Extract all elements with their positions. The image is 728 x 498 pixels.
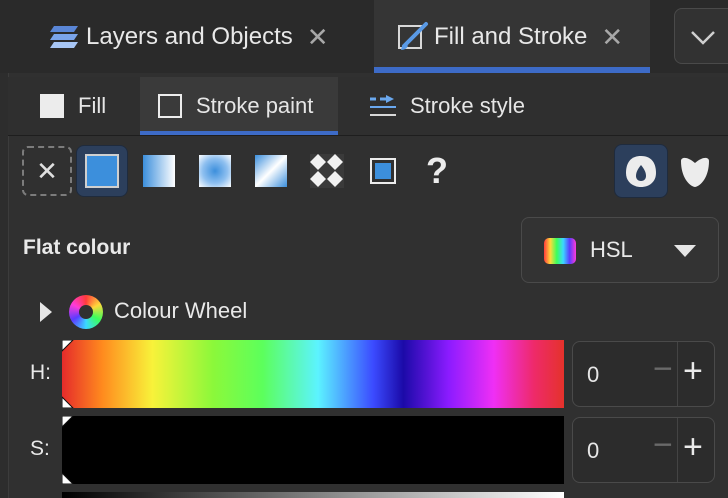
fill-rule-evenodd-button[interactable] <box>614 144 668 198</box>
stroke-style-icon <box>370 95 396 116</box>
section-title: Flat colour <box>23 236 131 259</box>
question-icon: ? <box>426 150 448 191</box>
rainbow-icon <box>544 238 576 264</box>
decrement-button[interactable]: − <box>653 352 673 386</box>
colour-mode-dropdown[interactable]: HSL <box>521 217 719 283</box>
colour-wheel-label[interactable]: Colour Wheel <box>114 298 247 324</box>
lightness-slider[interactable] <box>62 492 564 498</box>
colour-wheel-icon <box>69 295 103 329</box>
hue-spinbutton[interactable]: 0 − + <box>572 341 715 407</box>
colour-mode-label: HSL <box>590 237 633 262</box>
decrement-button[interactable]: − <box>653 428 673 462</box>
subtab-stroke-paint-label: Stroke paint <box>196 93 314 118</box>
saturation-slider[interactable] <box>62 416 564 484</box>
subtab-stroke-paint[interactable]: Stroke paint <box>140 77 338 135</box>
layers-icon <box>50 25 78 48</box>
slider-handle-icon[interactable] <box>62 340 74 408</box>
expander-triangle-icon[interactable] <box>38 300 54 324</box>
linear-gradient-icon <box>143 155 175 187</box>
hue-slider[interactable] <box>62 340 564 408</box>
slider-handle-icon[interactable] <box>62 416 74 484</box>
increment-button[interactable]: + <box>683 354 703 388</box>
pattern-icon <box>310 154 344 188</box>
tabs-menu-button[interactable] <box>674 8 728 64</box>
spin-divider <box>677 342 678 406</box>
saturation-value[interactable]: 0 <box>587 438 599 464</box>
pattern-button[interactable] <box>302 146 352 196</box>
tab-fill-and-stroke[interactable]: Fill and Stroke ✕ <box>374 0 650 73</box>
flat-colour-icon <box>85 154 119 188</box>
stroke-square-icon <box>158 94 182 118</box>
subtab-fill[interactable]: Fill <box>24 77 138 135</box>
no-paint-button[interactable]: ✕ <box>22 146 72 196</box>
increment-button[interactable]: + <box>683 430 703 464</box>
active-subtab-indicator <box>140 131 338 135</box>
mesh-gradient-icon <box>255 155 287 187</box>
fill-rule-nonzero-button[interactable] <box>670 146 720 196</box>
linear-gradient-button[interactable] <box>134 146 184 196</box>
saturation-label: S: <box>30 437 50 460</box>
radial-gradient-button[interactable] <box>190 146 240 196</box>
close-icon[interactable]: ✕ <box>307 24 329 50</box>
hue-value[interactable]: 0 <box>587 362 599 388</box>
tab-layers-label: Layers and Objects <box>86 22 293 50</box>
fill-rule-nonzero-icon <box>681 157 709 187</box>
chevron-down-icon <box>691 31 715 45</box>
radial-gradient-icon <box>199 155 231 187</box>
fill-rule-evenodd-icon <box>626 156 656 187</box>
hue-label: H: <box>30 361 51 384</box>
paint-brush-icon <box>398 21 428 50</box>
close-icon[interactable]: ✕ <box>601 24 623 50</box>
subtab-stroke-style-label: Stroke style <box>410 93 525 118</box>
subtab-stroke-style[interactable]: Stroke style <box>352 77 562 135</box>
unset-paint-button[interactable]: ? <box>412 146 462 196</box>
flat-colour-button[interactable] <box>76 145 128 197</box>
mesh-gradient-button[interactable] <box>246 146 296 196</box>
tab-fill-stroke-label: Fill and Stroke <box>434 22 588 50</box>
spin-divider <box>677 418 678 482</box>
caret-down-icon <box>674 245 696 257</box>
fill-square-icon <box>40 94 64 118</box>
saturation-spinbutton[interactable]: 0 − + <box>572 417 715 483</box>
swatch-icon <box>370 158 396 184</box>
close-icon: ✕ <box>36 155 58 186</box>
tab-layers-and-objects[interactable]: Layers and Objects ✕ <box>0 0 372 73</box>
subtab-fill-label: Fill <box>78 93 107 118</box>
swatch-button[interactable] <box>358 146 408 196</box>
